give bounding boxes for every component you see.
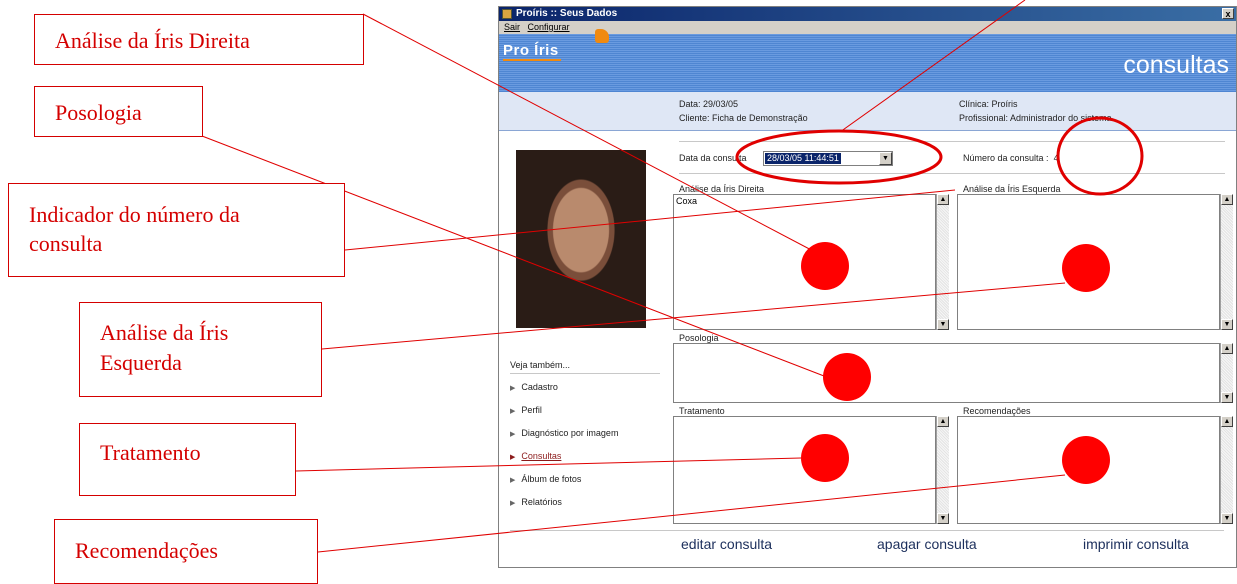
iris-esquerda-textarea[interactable]: ▲ ▼ bbox=[957, 194, 1233, 330]
scroll-down-icon[interactable]: ▼ bbox=[937, 319, 949, 330]
logo: Pro Íris bbox=[503, 42, 559, 59]
triangle-right-icon: ▶ bbox=[510, 385, 516, 392]
triangle-right-icon: ▶ bbox=[510, 500, 516, 507]
chevron-down-icon[interactable]: ▼ bbox=[879, 152, 892, 165]
editar-consulta-button[interactable]: editar consulta bbox=[681, 536, 772, 552]
scroll-down-icon[interactable]: ▼ bbox=[937, 513, 949, 524]
info-band bbox=[499, 92, 1236, 131]
tratamento-label: Tratamento bbox=[679, 406, 725, 416]
scroll-down-icon[interactable]: ▼ bbox=[1221, 319, 1233, 330]
sidebar-item-label: Perfil bbox=[521, 405, 542, 415]
info-data: Data: 29/03/05 bbox=[679, 99, 738, 109]
posologia-scrollbar[interactable]: ▲ ▼ bbox=[1220, 343, 1233, 403]
callout-recomendacoes: Recomendações bbox=[54, 519, 318, 584]
posologia-label: Posologia bbox=[679, 333, 719, 343]
callout-iris-esquerda: Análise da Íris Esquerda bbox=[79, 302, 322, 397]
info-clinica-value: Proíris bbox=[991, 99, 1018, 109]
divider bbox=[679, 173, 1225, 174]
scroll-up-icon[interactable]: ▲ bbox=[1221, 416, 1233, 427]
triangle-right-icon: ▶ bbox=[510, 431, 516, 438]
triangle-right-icon: ▶ bbox=[510, 454, 516, 461]
sidebar-item-consultas[interactable]: ▶ Consultas bbox=[510, 451, 561, 461]
app-icon bbox=[502, 9, 512, 19]
info-clinica: Clínica: Proíris bbox=[959, 99, 1018, 109]
scroll-up-icon[interactable]: ▲ bbox=[937, 194, 949, 205]
sidebar-item-label: Álbum de fotos bbox=[521, 474, 582, 484]
menu-configurar[interactable]: Configurar bbox=[528, 21, 570, 34]
iris-direita-text: Coxa bbox=[676, 196, 698, 206]
recomendacoes-textarea[interactable]: ▲ ▼ bbox=[957, 416, 1233, 524]
sidebar-heading: Veja também... bbox=[510, 360, 571, 370]
menu-bar: Sair Configurar bbox=[499, 21, 1236, 34]
posologia-textarea[interactable]: ▲ ▼ bbox=[673, 343, 1233, 403]
iris-direita-label: Análise da Íris Direita bbox=[679, 184, 765, 194]
numero-consulta-label: Número da consulta : bbox=[963, 153, 1049, 163]
callout-iris-esquerda-line1: Análise da Íris bbox=[100, 320, 229, 345]
sidebar-item-cadastro[interactable]: ▶ Cadastro bbox=[510, 382, 558, 392]
info-cliente-label: Cliente: bbox=[679, 113, 710, 123]
tratamento-textarea[interactable]: ▲ ▼ bbox=[673, 416, 949, 524]
patient-photo bbox=[516, 150, 646, 328]
recomendacoes-scrollbar[interactable]: ▲ ▼ bbox=[1220, 416, 1233, 524]
sidebar-item-label: Relatórios bbox=[521, 497, 562, 507]
callout-numero-line1: Indicador do número da bbox=[29, 202, 240, 227]
sidebar-item-label: Diagnóstico por imagem bbox=[521, 428, 619, 438]
imprimir-consulta-button[interactable]: imprimir consulta bbox=[1083, 536, 1189, 552]
info-profissional-value: Administrador do sistema bbox=[1010, 113, 1112, 123]
scroll-down-icon[interactable]: ▼ bbox=[1221, 392, 1233, 403]
callout-iris-esquerda-line2: Esquerda bbox=[100, 350, 182, 375]
info-data-label: Data: bbox=[679, 99, 701, 109]
iris-direita-textarea[interactable]: Coxa ▲ ▼ bbox=[673, 194, 949, 330]
iris-esquerda-scrollbar[interactable]: ▲ ▼ bbox=[1220, 194, 1233, 330]
page-title: consultas bbox=[1123, 51, 1229, 79]
sidebar-item-diagnostico[interactable]: ▶ Diagnóstico por imagem bbox=[510, 428, 618, 438]
app-window: Proíris :: Seus Dados x Sair Configurar … bbox=[498, 6, 1237, 568]
callout-numero-consulta: Indicador do número da consulta bbox=[8, 183, 345, 277]
data-consulta-label: Data da consulta bbox=[679, 153, 747, 163]
apagar-consulta-button[interactable]: apagar consulta bbox=[877, 536, 977, 552]
iris-direita-scrollbar[interactable]: ▲ ▼ bbox=[936, 194, 949, 330]
logo-mark-icon bbox=[595, 29, 609, 43]
close-button[interactable]: x bbox=[1222, 8, 1234, 19]
tratamento-scrollbar[interactable]: ▲ ▼ bbox=[936, 416, 949, 524]
scroll-up-icon[interactable]: ▲ bbox=[1221, 194, 1233, 205]
scroll-up-icon[interactable]: ▲ bbox=[937, 416, 949, 427]
sidebar-item-label: Consultas bbox=[521, 451, 562, 461]
menu-sair[interactable]: Sair bbox=[504, 21, 520, 34]
logo-underline bbox=[503, 59, 561, 61]
info-cliente: Cliente: Ficha de Demonstração bbox=[679, 113, 808, 123]
window-title: Proíris :: Seus Dados bbox=[516, 8, 618, 19]
sidebar-item-relatorios[interactable]: ▶ Relatórios bbox=[510, 497, 562, 507]
divider bbox=[510, 373, 660, 374]
info-clinica-label: Clínica: bbox=[959, 99, 990, 109]
info-profissional-label: Profissional: bbox=[959, 113, 1009, 123]
divider bbox=[510, 530, 1224, 531]
triangle-right-icon: ▶ bbox=[510, 408, 516, 415]
numero-consulta-value: 4 bbox=[1053, 153, 1059, 163]
data-consulta-value: 28/03/05 11:44:51 bbox=[765, 153, 841, 164]
divider bbox=[679, 141, 1225, 142]
sidebar-item-album[interactable]: ▶ Álbum de fotos bbox=[510, 474, 581, 484]
triangle-right-icon: ▶ bbox=[510, 477, 516, 484]
scroll-down-icon[interactable]: ▼ bbox=[1221, 513, 1233, 524]
callout-numero-line2: consulta bbox=[29, 231, 103, 256]
title-bar: Proíris :: Seus Dados x bbox=[499, 7, 1236, 21]
info-cliente-value: Ficha de Demonstração bbox=[712, 113, 808, 123]
sidebar-item-label: Cadastro bbox=[521, 382, 558, 392]
callout-tratamento: Tratamento bbox=[79, 423, 296, 496]
recomendacoes-label: Recomendações bbox=[963, 406, 1031, 416]
callout-iris-direita: Análise da Íris Direita bbox=[34, 14, 364, 65]
numero-consulta: Número da consulta : 4 bbox=[963, 153, 1059, 163]
info-profissional: Profissional: Administrador do sistema bbox=[959, 113, 1112, 123]
data-consulta-select[interactable]: 28/03/05 11:44:51 ▼ bbox=[763, 151, 893, 166]
scroll-up-icon[interactable]: ▲ bbox=[1221, 343, 1233, 354]
callout-posologia: Posologia bbox=[34, 86, 203, 137]
sidebar-item-perfil[interactable]: ▶ Perfil bbox=[510, 405, 542, 415]
info-data-value: 29/03/05 bbox=[703, 99, 739, 109]
iris-esquerda-label: Análise da Íris Esquerda bbox=[963, 184, 1061, 194]
